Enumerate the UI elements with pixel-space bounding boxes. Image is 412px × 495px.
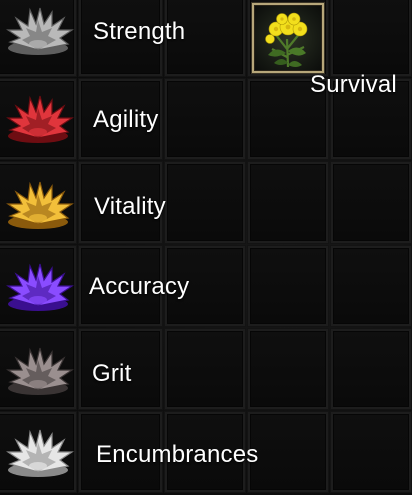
encumbrances-label: Encumbrances [96, 441, 259, 468]
purple-flower-icon [2, 262, 74, 314]
dark-gray-flower-icon [2, 346, 74, 398]
gray-flower-icon [2, 6, 74, 58]
grid-cell[interactable] [331, 329, 411, 409]
grid-cell[interactable] [331, 162, 411, 243]
strength-label: Strength [93, 18, 186, 45]
grid-cell[interactable] [248, 412, 328, 492]
grit-label: Grit [92, 360, 132, 387]
grid-cell[interactable] [331, 246, 411, 326]
grid-cell[interactable] [165, 162, 245, 243]
grid-cell[interactable] [165, 329, 245, 409]
gold-flower-icon [2, 180, 74, 232]
grid-cell[interactable] [331, 0, 411, 76]
red-flower-icon [2, 94, 74, 146]
survival-slot[interactable] [252, 3, 324, 73]
attribute-panel: Strength Agility Vitality Accuracy Grit … [0, 0, 412, 495]
grid-cell[interactable] [165, 79, 245, 159]
grid-cell[interactable] [331, 412, 411, 492]
grid-cell[interactable] [248, 246, 328, 326]
grid-cell[interactable] [248, 162, 328, 243]
accuracy-label: Accuracy [89, 273, 190, 300]
agility-label: Agility [93, 106, 159, 133]
white-flower-icon [2, 428, 74, 480]
grid-cell[interactable] [248, 329, 328, 409]
yellow-flowers-icon [265, 12, 308, 68]
vitality-label: Vitality [94, 193, 166, 220]
survival-label: Survival [310, 71, 397, 98]
